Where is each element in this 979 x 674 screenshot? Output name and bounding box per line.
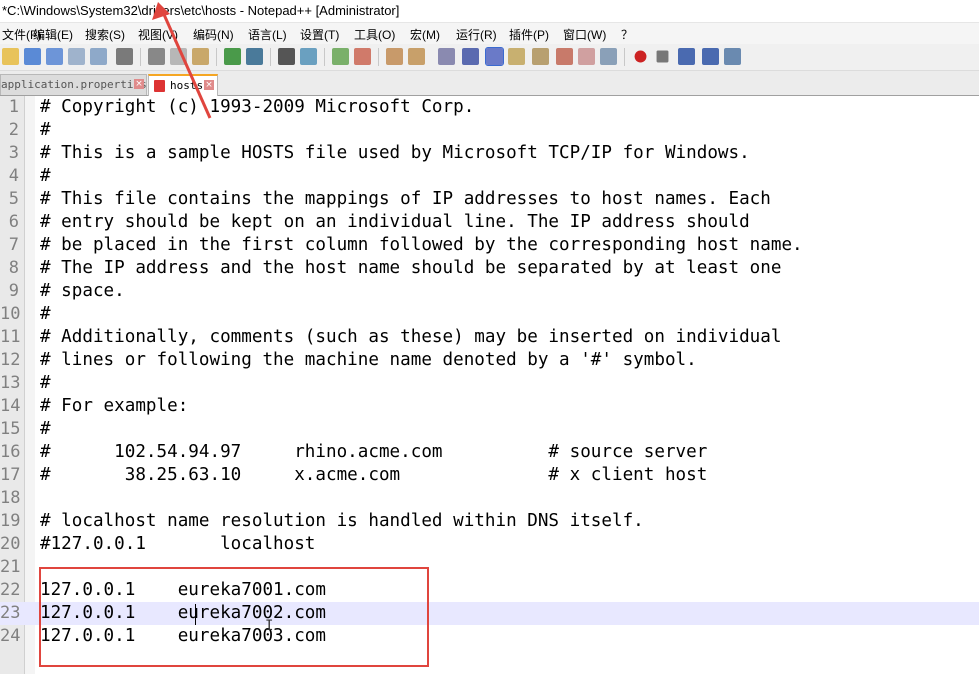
arrow-shaft	[160, 9, 212, 119]
annotation-arrow	[152, 2, 212, 119]
arrow-head	[152, 2, 170, 20]
